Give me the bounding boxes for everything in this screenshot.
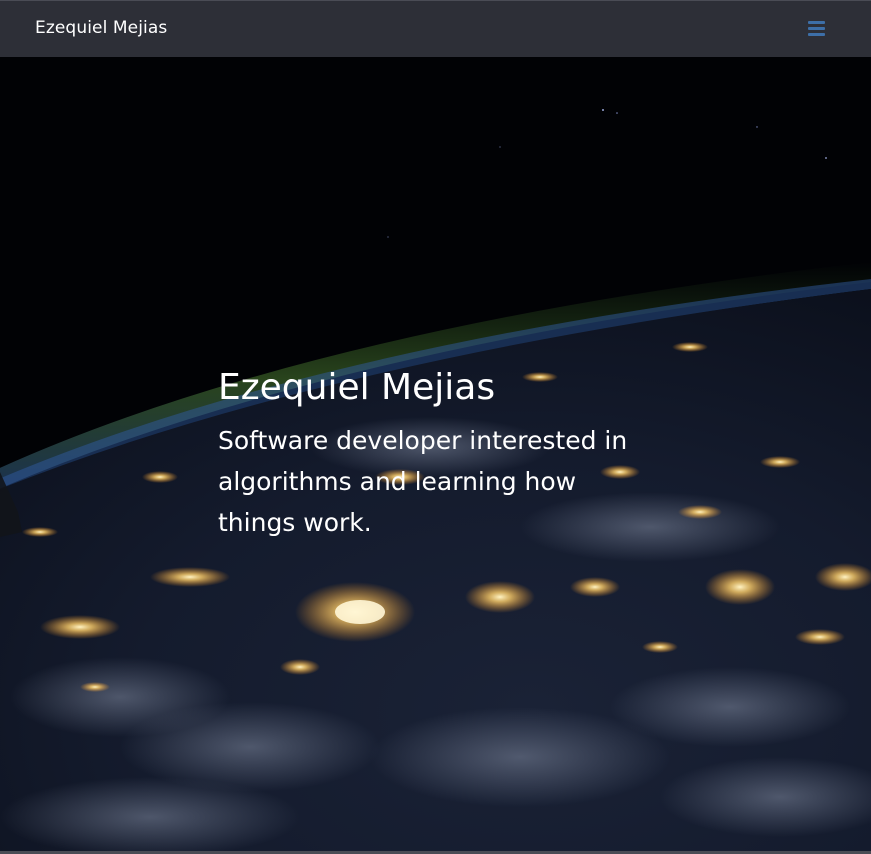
hero-subtitle: Software developer interested in algorit… (218, 426, 628, 538)
hero-title: Ezequiel Mejias (218, 367, 496, 408)
hero-section: Ezequiel Mejias Software developer inter… (0, 57, 871, 852)
brand-link[interactable]: Ezequiel Mejias (35, 18, 167, 38)
page: Ezequiel Mejias Ezequiel Mejias Software… (0, 0, 871, 854)
hero-text-block: Ezequiel Mejias Software developer inter… (218, 367, 658, 543)
top-navbar: Ezequiel Mejias (0, 0, 871, 57)
hamburger-menu-icon[interactable] (808, 21, 825, 37)
